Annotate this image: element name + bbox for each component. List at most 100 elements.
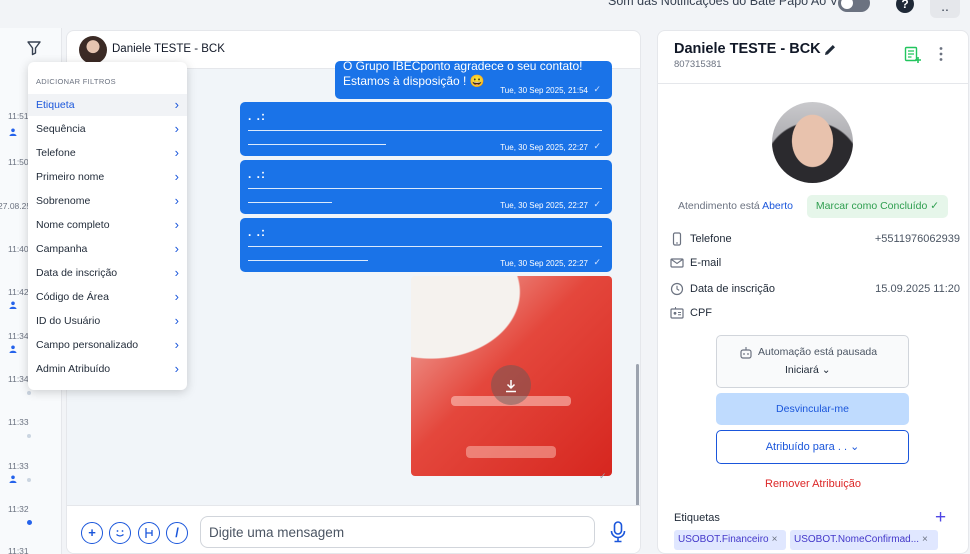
message-bubble[interactable]: . .: Tue, 30 Sep 2025, 22:27 ✓ [240,218,612,272]
filter-icon[interactable] [26,40,42,56]
filter-option-etiqueta[interactable]: Etiqueta › [28,94,187,116]
contact-photo [772,102,853,183]
message-bubble[interactable]: . .: Tue, 30 Sep 2025, 22:27 ✓ [240,102,612,156]
chevron-right-icon: › [174,193,179,208]
filter-option-label: Campanha [36,243,88,255]
conversation-time[interactable]: 11:40 [8,244,29,254]
unlink-me-button[interactable]: Desvincular-me [716,393,909,425]
divider [658,83,968,84]
conversation-time[interactable]: 11:32 [8,504,29,514]
composer: + / [67,505,640,553]
notification-sound-toggle[interactable] [838,0,870,12]
mark-done-button[interactable]: Marcar como Concluído ✓ [807,195,948,218]
filter-option-sobrenome[interactable]: Sobrenome › [28,190,187,212]
message-bubble[interactable]: . .: Tue, 30 Sep 2025, 22:27 ✓ [240,160,612,214]
add-tag-icon[interactable]: + [935,508,946,527]
chevron-right-icon: › [174,337,179,352]
emoji-icon[interactable] [109,522,131,544]
person-icon [9,301,17,309]
conversation-time[interactable]: 11:33 [8,461,29,471]
message-text: O Grupo IBECponto agradece o seu contato… [343,59,583,73]
clock-icon [670,282,684,296]
chevron-right-icon: › [174,121,179,136]
filter-option-codigo-de-area[interactable]: Código de Área › [28,286,187,308]
conversation-time[interactable]: 27.08.25 [0,201,31,211]
assigned-to-dropdown[interactable]: Atribuído para . . ⌄ [716,430,909,464]
tag-chip[interactable]: USOBOT.NomeConfirmad... × [790,530,938,550]
message-text: . .: [248,225,266,239]
field-value[interactable]: 15.09.2025 11:20 [875,283,960,295]
tag-label: USOBOT.NomeConfirmad... [794,534,920,545]
field-row-data-de-inscricao: Data de inscrição 15.09.2025 11:20 [670,282,960,298]
check-icon: ✓ [593,257,601,267]
contact-panel: Daniele TESTE - BCK 807315381 Atendiment… [657,30,969,554]
field-row-cpf: CPF [670,306,960,322]
conversation-time[interactable]: 11:31 [8,546,29,554]
microphone-icon[interactable] [608,520,628,544]
automation-start-dropdown[interactable]: Iniciará ⌄ [785,364,831,376]
filter-option-sequencia[interactable]: Sequência › [28,118,187,140]
pencil-icon[interactable] [823,43,837,57]
download-icon[interactable] [491,365,531,405]
robot-icon [740,347,752,359]
filter-option-telefone[interactable]: Telefone › [28,142,187,164]
conversation-time[interactable]: 11:34 [8,374,29,384]
attendance-status-label: Atendimento está [678,200,760,212]
filter-option-label: Sobrenome [36,195,91,207]
tag-chip[interactable]: USOBOT.Financeiro × [674,530,786,550]
top-bar: Som das Notificações do Bate Papo Ao Viv… [0,0,970,28]
automation-status-box[interactable]: Automação está pausada Iniciará ⌄ [716,335,909,388]
field-value[interactable]: +5511976062939 [875,233,960,245]
phone-icon [672,232,682,246]
chevron-right-icon: › [174,289,179,304]
conversation-time[interactable]: 11:51 [8,111,29,121]
conversation-time[interactable]: 11:42 [8,287,29,297]
remove-tag-icon[interactable]: × [772,534,778,545]
remove-assignment-link[interactable]: Remover Atribuição [658,478,968,490]
more-options-button[interactable]: .. [930,0,960,18]
image-message[interactable] [411,276,612,476]
filter-option-campanha[interactable]: Campanha › [28,238,187,260]
filter-option-id-do-usuario[interactable]: ID do Usuário › [28,310,187,332]
message-text: . .: [248,109,266,123]
id-card-icon [670,307,684,319]
field-row-telefone: Telefone +5511976062939 [670,232,960,248]
attendance-status-value: Aberto [762,200,793,212]
check-icon: ✓ [593,141,601,151]
slash-command-icon[interactable]: / [166,522,188,544]
filter-option-label: Sequência [36,123,86,135]
message-bubble[interactable]: O Grupo IBECponto agradece o seu contato… [335,59,612,99]
help-icon[interactable]: ? [896,0,914,13]
chevron-right-icon: › [174,313,179,328]
filter-option-admin-atribuido[interactable]: Admin Atribuído › [28,358,187,380]
avatar[interactable] [79,36,107,64]
kebab-menu-icon[interactable] [938,46,944,62]
field-label: Data de inscrição [690,283,775,295]
chat-contact-name[interactable]: Daniele TESTE - BCK [112,43,225,55]
person-icon [9,475,17,483]
conversation-time[interactable]: 11:34 [8,331,29,341]
check-icon: ✓ [593,199,601,209]
filter-option-label: Data de inscrição [36,267,118,279]
chevron-right-icon: › [174,97,179,112]
conversation-time[interactable]: 11:50 [8,157,29,167]
person-icon [9,345,17,353]
filter-option-nome-completo[interactable]: Nome completo › [28,214,187,236]
filter-option-primeiro-nome[interactable]: Primeiro nome › [28,166,187,188]
remove-tag-icon[interactable]: × [922,534,928,545]
conversation-time[interactable]: 11:33 [8,417,29,427]
unread-dot [27,520,32,525]
filter-option-label: Etiqueta [36,99,75,111]
flow-icon[interactable] [138,522,160,544]
status-dot [27,391,31,395]
field-label: E-mail [690,257,722,269]
filter-option-campo-personalizado[interactable]: Campo personalizado › [28,334,187,356]
filter-menu-title: ADICIONAR FILTROS [36,77,116,86]
filter-option-data-de-inscricao[interactable]: Data de inscrição › [28,262,187,284]
filter-option-label: Admin Atribuído [36,363,111,375]
add-attachment-icon[interactable]: + [81,522,103,544]
message-input[interactable] [200,516,595,548]
filter-option-label: Campo personalizado [36,339,139,351]
contact-name: Daniele TESTE - BCK [674,41,821,57]
notes-add-icon[interactable] [904,46,922,64]
